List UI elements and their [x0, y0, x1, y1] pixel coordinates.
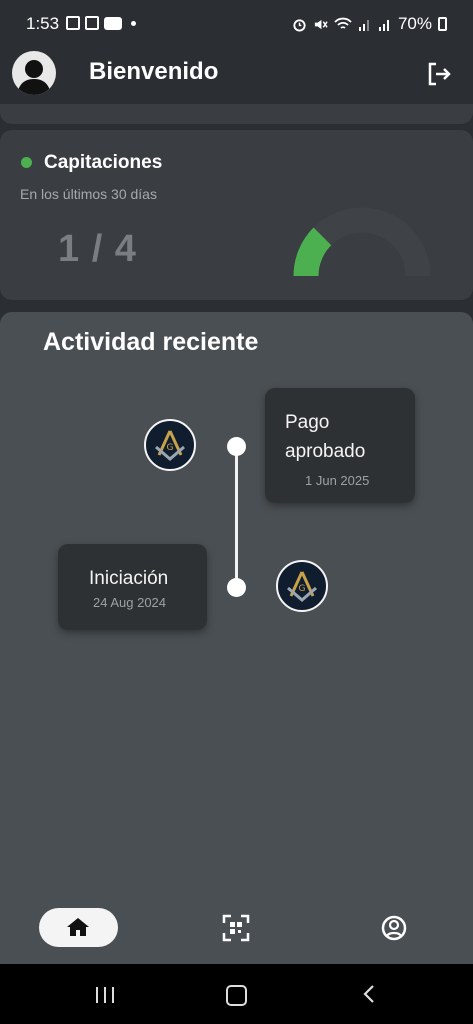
- timeline-dot: [227, 437, 246, 456]
- activity-title: Actividad reciente: [43, 328, 259, 356]
- signal-icon: [358, 19, 369, 31]
- svg-text:G: G: [167, 443, 174, 453]
- timeline-line: [235, 446, 238, 588]
- capitaciones-value: 1 / 4: [58, 228, 137, 270]
- more-notifications-icon: [131, 20, 136, 26]
- signal-icon-2: [378, 19, 389, 31]
- masonic-emblem-icon: G: [276, 560, 328, 612]
- profile-icon: [381, 915, 407, 941]
- recent-activity-section: Actividad reciente G Pago aprobado 1 Jun…: [0, 312, 473, 902]
- timeline-dot: [227, 578, 246, 597]
- activity-label: aprobado: [285, 441, 366, 462]
- battery-icon: [438, 17, 447, 31]
- system-home-icon[interactable]: [226, 985, 247, 1006]
- nav-profile-button[interactable]: [380, 914, 408, 947]
- activity-card-initiation[interactable]: Iniciación 24 Aug 2024: [58, 544, 207, 630]
- status-time: 1:53: [26, 14, 60, 33]
- battery-percent: 70%: [397, 14, 432, 33]
- gallery-icon: [66, 16, 80, 30]
- home-icon: [67, 918, 89, 936]
- logout-icon: [428, 62, 451, 86]
- capitaciones-title: Capitaciones: [44, 152, 163, 173]
- user-silhouette-icon: [17, 60, 51, 95]
- previous-card-edge: [0, 104, 473, 124]
- status-indicator-dot: [21, 157, 32, 168]
- capitaciones-subtitle: En los últimos 30 días: [20, 186, 157, 202]
- back-icon[interactable]: [362, 984, 376, 1004]
- activity-card-payment[interactable]: Pago aprobado 1 Jun 2025: [265, 388, 415, 503]
- recent-apps-icon[interactable]: [94, 986, 116, 1004]
- app-header: Bienvenido: [0, 46, 473, 104]
- svg-text:G: G: [299, 584, 306, 594]
- activity-date: 1 Jun 2025: [305, 473, 370, 488]
- logout-button[interactable]: [425, 60, 453, 88]
- activity-date: 24 Aug 2024: [93, 595, 167, 610]
- masonic-emblem-icon: G: [144, 419, 196, 471]
- nav-home-button[interactable]: [39, 908, 118, 947]
- status-bar: 1:53 70%: [0, 0, 473, 46]
- wifi-icon: [334, 17, 352, 29]
- activity-label: Pago: [285, 412, 330, 433]
- mute-icon: [314, 19, 328, 29]
- capitaciones-card: Capitaciones En los últimos 30 días 1 / …: [0, 130, 473, 300]
- nav-qr-button[interactable]: [222, 914, 250, 947]
- page-title: Bienvenido: [89, 58, 219, 85]
- gauge-fill: [293, 227, 332, 277]
- calendar-icon: [85, 16, 99, 30]
- notification-icons: [66, 16, 136, 30]
- qr-code-icon: [222, 914, 250, 942]
- system-navigation-bar: [0, 964, 473, 1024]
- activity-label: Iniciación: [89, 568, 169, 589]
- progress-gauge: [293, 207, 431, 277]
- youtube-icon: [104, 16, 122, 30]
- avatar[interactable]: [12, 51, 56, 95]
- alarm-icon: [293, 18, 306, 32]
- bottom-navigation: [0, 902, 473, 964]
